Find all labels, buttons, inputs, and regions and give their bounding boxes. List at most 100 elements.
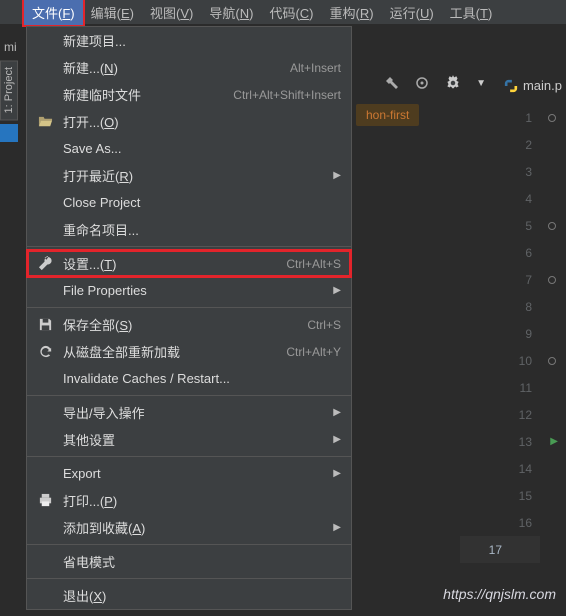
submenu-arrow-icon: ▶ bbox=[333, 468, 341, 479]
gutter-line[interactable]: 3 bbox=[490, 158, 540, 185]
menu-item-label: 其他设置 bbox=[63, 430, 333, 449]
menu-编辑E[interactable]: 编辑(E) bbox=[83, 0, 142, 25]
menu-item[interactable]: 退出(X) bbox=[27, 582, 351, 609]
menu-item-label: File Properties bbox=[63, 283, 333, 298]
menu-导航N[interactable]: 导航(N) bbox=[201, 0, 261, 25]
menu-item-label: 新建临时文件 bbox=[63, 85, 233, 104]
blank-icon bbox=[37, 283, 53, 299]
menu-item-label: 添加到收藏(A) bbox=[63, 518, 333, 537]
menu-item-label: Save As... bbox=[63, 141, 341, 156]
menu-item-label: 导出/导入操作 bbox=[63, 403, 333, 422]
menu-item[interactable]: 导出/导入操作▶ bbox=[27, 399, 351, 426]
editor-tab-label: main.p bbox=[523, 78, 562, 93]
breadcrumb[interactable]: hon-first bbox=[356, 104, 419, 126]
blank-icon bbox=[37, 222, 53, 238]
save-icon bbox=[37, 317, 53, 333]
submenu-arrow-icon: ▶ bbox=[333, 407, 341, 418]
menu-item-label: 新建...(N) bbox=[63, 58, 290, 77]
menu-item[interactable]: 从磁盘全部重新加载Ctrl+Alt+Y bbox=[27, 338, 351, 365]
dropdown-arrow-icon[interactable]: ▼ bbox=[476, 78, 486, 89]
print-icon bbox=[37, 493, 53, 509]
menu-item[interactable]: Close Project bbox=[27, 189, 351, 216]
project-label-fragment: mi bbox=[4, 40, 17, 54]
menu-item[interactable]: 重命名项目... bbox=[27, 216, 351, 243]
editor-tab[interactable]: main.p bbox=[504, 78, 562, 93]
gutter-line[interactable]: 17 bbox=[460, 536, 540, 563]
menu-item[interactable]: 打印...(P) bbox=[27, 487, 351, 514]
blank-icon bbox=[37, 141, 53, 157]
menu-代码C[interactable]: 代码(C) bbox=[261, 0, 321, 25]
gutter-line[interactable]: 7 bbox=[490, 266, 540, 293]
wrench-icon bbox=[37, 256, 53, 272]
gutter-line[interactable]: 10 bbox=[490, 347, 540, 374]
menu-item-label: 从磁盘全部重新加载 bbox=[63, 342, 286, 361]
blank-icon bbox=[37, 432, 53, 448]
gear-icon[interactable] bbox=[444, 74, 462, 92]
menu-item-label: 新建项目... bbox=[63, 31, 341, 50]
blank-icon bbox=[37, 588, 53, 604]
submenu-arrow-icon: ▶ bbox=[333, 522, 341, 533]
hammer-icon[interactable] bbox=[384, 75, 400, 91]
gutter-line[interactable]: 1 bbox=[490, 104, 540, 131]
reload-icon bbox=[37, 344, 53, 360]
gutter-line[interactable]: 12 bbox=[490, 401, 540, 428]
gutter-line[interactable]: 9 bbox=[490, 320, 540, 347]
menu-item-label: Export bbox=[63, 466, 333, 481]
menu-item-label: 退出(X) bbox=[63, 586, 341, 605]
menu-item-shortcut: Alt+Insert bbox=[290, 61, 341, 75]
side-panel: 1: Project bbox=[0, 60, 20, 142]
gutter-line[interactable]: 14 bbox=[490, 455, 540, 482]
menu-item[interactable]: Save As... bbox=[27, 135, 351, 162]
blank-icon bbox=[37, 466, 53, 482]
menu-item[interactable]: 打开...(O) bbox=[27, 108, 351, 135]
submenu-arrow-icon: ▶ bbox=[333, 285, 341, 296]
menu-item[interactable]: 新建...(N)Alt+Insert bbox=[27, 54, 351, 81]
blank-icon bbox=[37, 33, 53, 49]
gutter-line[interactable]: 8 bbox=[490, 293, 540, 320]
gutter-line[interactable]: 16 bbox=[490, 509, 540, 536]
project-tool-tab[interactable]: 1: Project bbox=[0, 60, 18, 120]
gutter-line[interactable]: 15 bbox=[490, 482, 540, 509]
target-icon[interactable] bbox=[414, 75, 430, 91]
menu-item[interactable]: 新建临时文件Ctrl+Alt+Shift+Insert bbox=[27, 81, 351, 108]
gutter-line[interactable]: 13 bbox=[490, 428, 540, 455]
menu-视图V[interactable]: 视图(V) bbox=[142, 0, 201, 25]
menu-item-shortcut: Ctrl+Alt+S bbox=[286, 257, 341, 271]
menu-item[interactable]: Export▶ bbox=[27, 460, 351, 487]
gutter-line[interactable]: 5 bbox=[490, 212, 540, 239]
gutter-line[interactable]: 4 bbox=[490, 185, 540, 212]
submenu-arrow-icon: ▶ bbox=[333, 170, 341, 181]
menu-item[interactable]: 其他设置▶ bbox=[27, 426, 351, 453]
menu-item[interactable]: 设置...(T)Ctrl+Alt+S bbox=[27, 250, 351, 277]
editor-gutter: 1234567891011121314151617 bbox=[490, 104, 540, 563]
menu-item-label: 设置...(T) bbox=[63, 254, 286, 273]
menu-item-label: 保存全部(S) bbox=[63, 315, 307, 334]
menu-工具T[interactable]: 工具(T) bbox=[442, 0, 501, 25]
menu-item-label: 打开...(O) bbox=[63, 112, 341, 131]
menu-item[interactable]: 新建项目... bbox=[27, 27, 351, 54]
menu-item[interactable]: File Properties▶ bbox=[27, 277, 351, 304]
blank-icon bbox=[37, 520, 53, 536]
menu-运行U[interactable]: 运行(U) bbox=[382, 0, 442, 25]
blank-icon bbox=[37, 554, 53, 570]
menu-item[interactable]: Invalidate Caches / Restart... bbox=[27, 365, 351, 392]
menu-重构R[interactable]: 重构(R) bbox=[322, 0, 382, 25]
menu-item[interactable]: 保存全部(S)Ctrl+S bbox=[27, 311, 351, 338]
gutter-line[interactable]: 11 bbox=[490, 374, 540, 401]
menu-item[interactable]: 添加到收藏(A)▶ bbox=[27, 514, 351, 541]
blank-icon bbox=[37, 87, 53, 103]
menu-item-shortcut: Ctrl+Alt+Y bbox=[286, 345, 341, 359]
gutter-line[interactable]: 6 bbox=[490, 239, 540, 266]
watermark-url: https://qnjslm.com bbox=[443, 586, 556, 612]
menu-文件F[interactable]: 文件(F) bbox=[24, 0, 83, 25]
menu-item-label: 省电模式 bbox=[63, 552, 341, 571]
structure-tool-tab[interactable] bbox=[0, 124, 18, 142]
menu-item[interactable]: 打开最近(R)▶ bbox=[27, 162, 351, 189]
menu-item-label: 打开最近(R) bbox=[63, 166, 333, 185]
menubar: 文件(F)编辑(E)视图(V)导航(N)代码(C)重构(R)运行(U)工具(T) bbox=[0, 0, 566, 24]
menu-item-label: 打印...(P) bbox=[63, 491, 341, 510]
blank-icon bbox=[37, 195, 53, 211]
gutter-line[interactable]: 2 bbox=[490, 131, 540, 158]
menu-item[interactable]: 省电模式 bbox=[27, 548, 351, 575]
menu-item-shortcut: Ctrl+S bbox=[307, 318, 341, 332]
